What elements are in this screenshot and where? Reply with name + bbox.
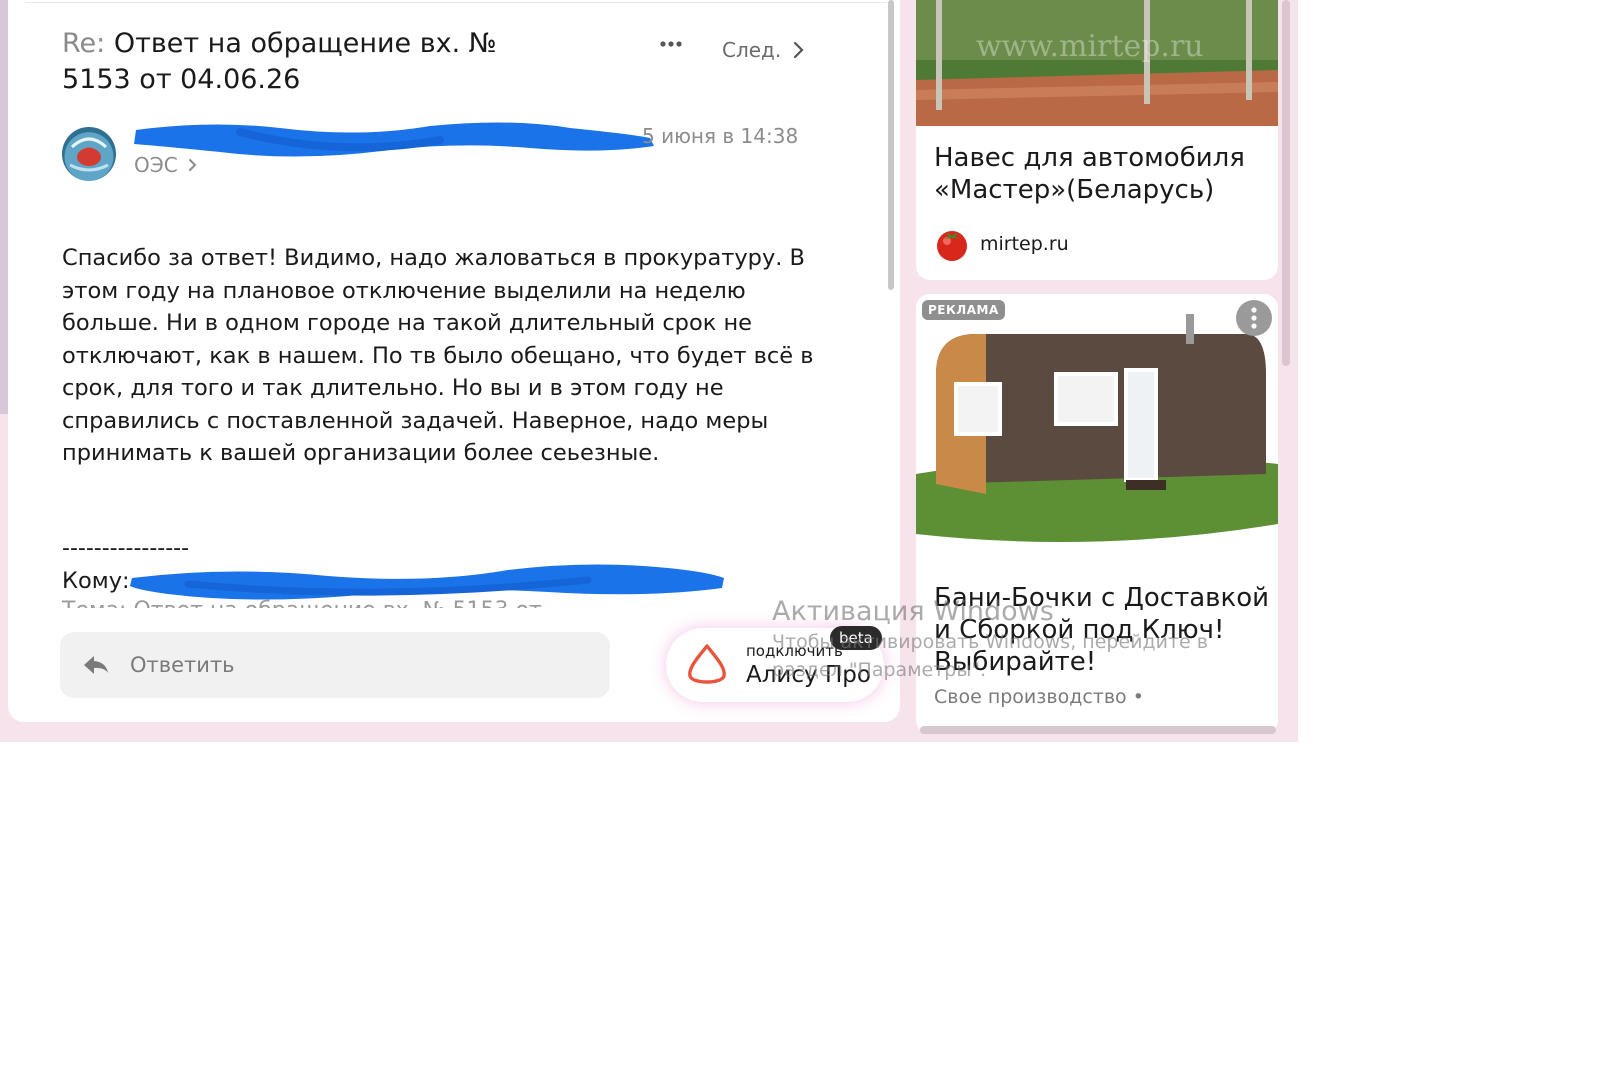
alice-connect-label: подключить [746,642,843,660]
sidebar-scrollbar[interactable] [1282,0,1290,366]
email-scrollbar[interactable] [888,0,894,290]
sauna-photo [916,294,1278,564]
ad-card-sauna[interactable]: РЕКЛАМА Бани-Бочки с Доставкой и Сборкой… [916,294,1278,734]
alice-product-label: Алису Про [746,662,871,688]
next-email-button[interactable]: След. [722,36,805,64]
sender-avatar[interactable] [62,127,116,181]
canopy-photo: www.mirtep.ru [916,0,1278,126]
ad-card-canopy[interactable]: www.mirtep.ru Навес для автомобиля «Маст… [916,0,1278,280]
divider [26,2,886,3]
recipient-toggle[interactable]: ОЭС [134,153,197,177]
reply-field[interactable]: Ответить [60,632,610,698]
beta-badge: beta [830,626,882,650]
sender-redaction [134,122,654,157]
more-actions-icon[interactable] [656,32,686,56]
left-panel-edge [0,0,8,414]
ad-source[interactable]: mirtep.ru [934,226,1069,262]
mail-app-frame: Re: Ответ на обращение вх. № 5153 от 04.… [0,0,1298,742]
subject-text: Ответ на обращение вх. № 5153 от 04.06.2… [62,28,497,95]
email-date: 5 июня в 14:38 [642,124,799,148]
chevron-right-icon [188,159,197,171]
svg-text:www.mirtep.ru: www.mirtep.ru [976,29,1204,64]
horizontal-scrollbar[interactable] [920,726,1276,734]
tomato-icon [937,231,967,261]
alice-logo-icon [688,644,726,684]
more-vertical-icon[interactable] [1236,300,1272,336]
ad-badge: РЕКЛАМА [922,300,1005,320]
ad-title[interactable]: Навес для автомобиля «Мастер»(Беларусь) [934,142,1264,206]
recipient-name: ОЭС [134,153,178,177]
email-body: Спасибо за ответ! Видимо, надо жаловатьс… [62,245,814,466]
ad-title[interactable]: Бани-Бочки с Доставкой и Сборкой под Клю… [934,582,1274,678]
reply-icon [84,656,108,674]
ad-source-label: mirtep.ru [980,233,1069,255]
quoted-line-clipped: Тема: Ответ на обращение вх. № 5153 от 0… [62,598,622,608]
email-subject: Re: Ответ на обращение вх. № 5153 от 04.… [62,26,562,98]
email-view: Re: Ответ на обращение вх. № 5153 от 04.… [8,0,900,722]
ad-source[interactable]: Свое производство • [934,686,1144,708]
next-label: След. [722,38,782,62]
subject-prefix: Re: [62,28,106,59]
reply-label: Ответить [130,653,235,677]
quoted-to-label: Кому: [62,568,130,594]
chevron-right-icon [794,41,804,59]
